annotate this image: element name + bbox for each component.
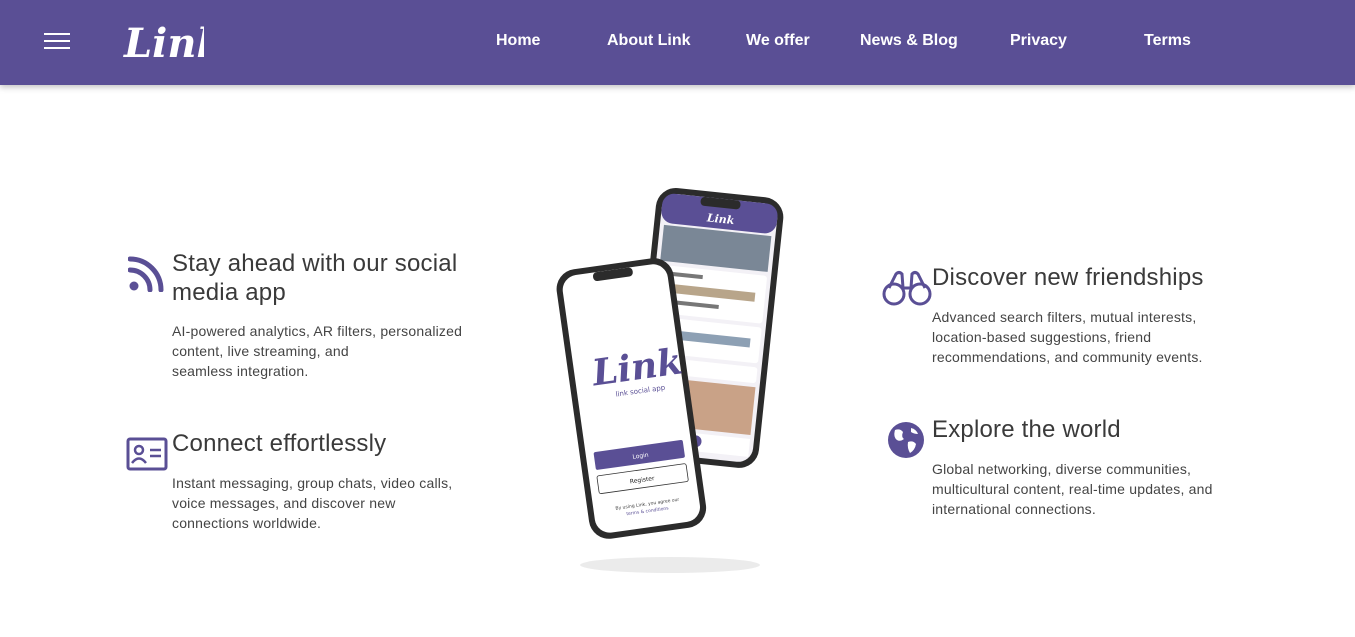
globe-icon [888,422,924,458]
nav-about-link[interactable]: About Link [607,32,691,50]
binoculars-icon [882,271,932,306]
feature-text-connect: Instant messaging, group chats, video ca… [172,475,453,531]
top-navigation-bar: Link Home About Link We offer News & Blo… [0,0,1355,85]
feature-title-explore: Explore the world [932,416,1121,443]
link-logo[interactable]: Link [122,15,204,69]
id-card-icon [126,437,168,471]
rss-icon [128,256,164,292]
feature-text-social-app: AI-powered analytics, AR filters, person… [172,323,463,379]
phone-mockup-image: Link Link link social app Login Register… [556,187,784,573]
svg-text:Link: Link [123,20,204,67]
feature-title-connect: Connect effortlessly [172,430,387,457]
nav-terms[interactable]: Terms [1144,32,1191,50]
nav-news-blog[interactable]: News & Blog [860,32,958,50]
feature-title-social-app: Stay ahead with our social media app [172,250,458,306]
feature-title-discover: Discover new friendships [932,264,1204,291]
nav-privacy[interactable]: Privacy [1010,32,1067,50]
feature-text-discover: Advanced search filters, mutual interest… [932,309,1203,365]
nav-home[interactable]: Home [496,32,540,50]
hamburger-menu-icon[interactable] [44,33,72,53]
nav-we-offer[interactable]: We offer [746,32,810,50]
feature-text-explore: Global networking, diverse communities, … [932,461,1213,517]
